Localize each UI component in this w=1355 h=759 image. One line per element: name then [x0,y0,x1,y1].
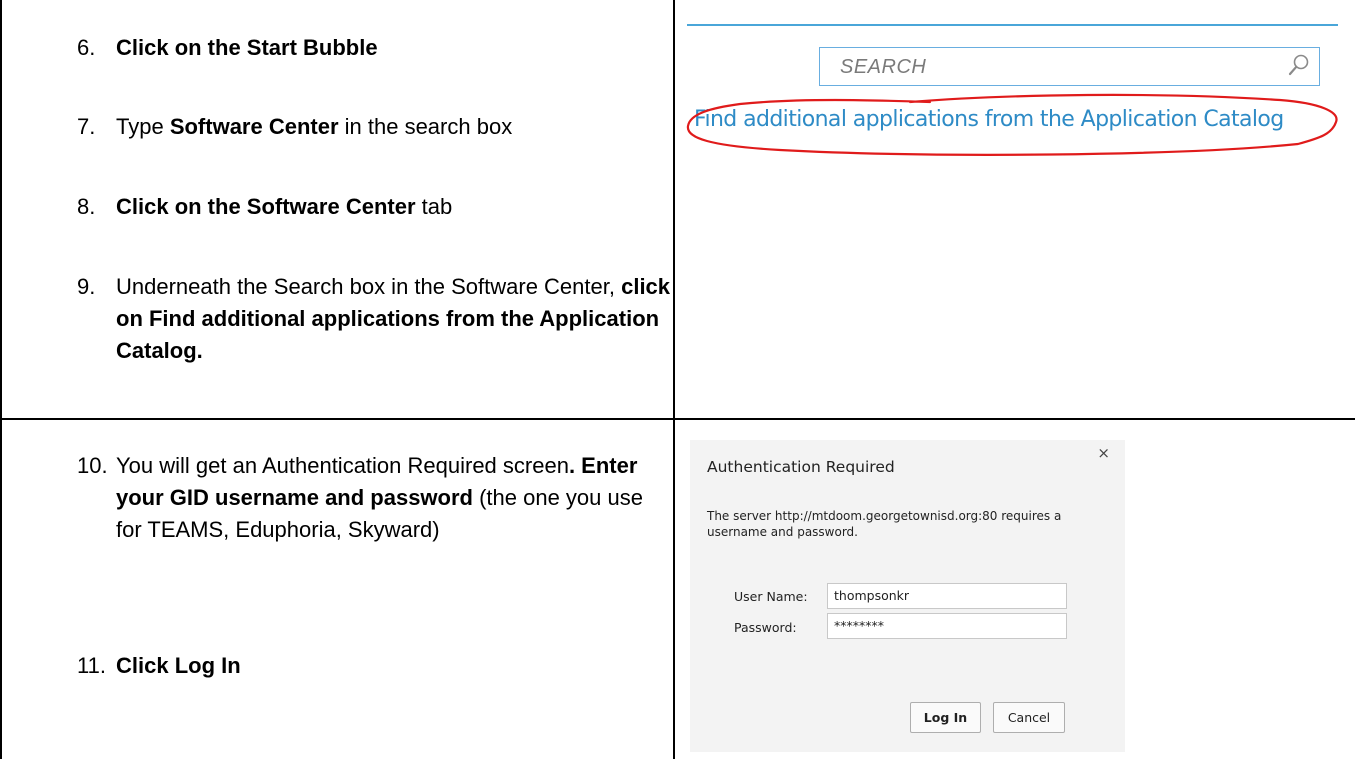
step-number: 10. [77,453,108,478]
dialog-title: Authentication Required [707,458,895,476]
step-number: 6. [77,35,96,60]
step-text-part: Click on the Software Center [116,194,416,219]
step-number: 8. [77,194,96,219]
close-icon[interactable]: × [1097,444,1110,462]
step-text: You will get an Authentication Required … [116,450,671,546]
authentication-dialog: Authentication Required × The server htt… [690,440,1125,752]
step-text-part: You will get an Authentication Required … [116,453,569,478]
instruction-table: 6. Click on the Start Bubble 7. Type Sof… [0,0,1355,759]
step-text-part: Underneath the Search box in the Softwar… [116,274,622,299]
software-center-search-box[interactable]: SEARCH [819,47,1320,86]
password-field[interactable]: ******** [827,613,1067,639]
red-annotation-circle [686,93,1338,156]
step-text-part: Type [116,114,170,139]
step-text: Click on the Software Center tab [116,191,676,223]
step-text-part: Click on the Start Bubble [116,35,378,60]
cancel-button[interactable]: Cancel [993,702,1065,733]
username-label: User Name: [734,589,808,604]
step-text-part: Software Center [169,114,339,139]
magnifier-icon[interactable] [1287,53,1311,79]
step-text-part: tab [415,194,453,219]
step-text: Click on the Start Bubble [116,32,676,64]
password-label: Password: [734,620,797,635]
software-center-header-line [687,24,1338,26]
step-text: Type Software Center in the search box [116,111,676,143]
step-number: 11. [77,653,106,678]
dialog-message: The server http://mtdoom.georgetownisd.o… [707,509,1062,539]
step-number: 7. [77,114,96,139]
log-in-button[interactable]: Log In [910,702,981,733]
table-left-border [0,0,2,759]
step-text: Click Log In [116,650,676,682]
username-field[interactable]: thompsonkr [827,583,1067,609]
step-text-part: in the search box [338,114,513,139]
step-number: 9. [77,274,96,299]
step-text-part: Click Log In [116,653,241,678]
step-text: Underneath the Search box in the Softwar… [116,271,676,367]
search-placeholder: SEARCH [840,56,927,78]
table-row-divider [0,418,1355,420]
